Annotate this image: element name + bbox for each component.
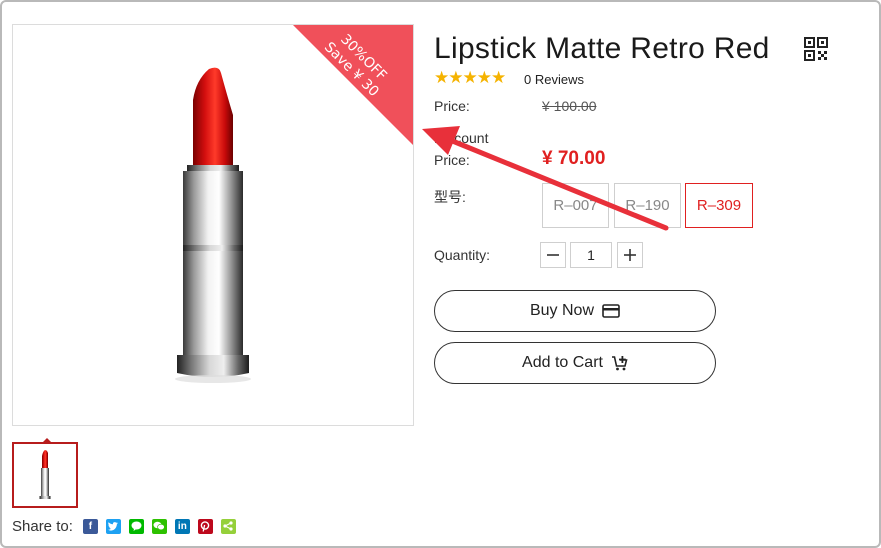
star-icon: ★ — [462, 68, 478, 87]
quantity-decrease-button[interactable] — [540, 242, 566, 268]
main-product-image[interactable]: 30%OFF Save ¥ 30 — [12, 24, 414, 426]
original-price: ¥ 100.00 — [542, 98, 597, 114]
facebook-icon[interactable]: f — [82, 518, 98, 534]
discount-label-line2: Price: — [434, 152, 470, 168]
rating-stars: ★ ★ ★ ★ ★ — [434, 68, 507, 87]
minus-icon — [547, 254, 559, 256]
model-option-r190[interactable]: R–190 — [614, 183, 681, 228]
add-to-cart-button[interactable]: Add to Cart — [434, 342, 716, 384]
price-label: Price: — [434, 98, 470, 114]
product-page: 30%OFF Save ¥ 30 Share to: f in Lipstick… — [0, 0, 881, 548]
star-icon: ★ — [434, 68, 450, 87]
quantity-increase-button[interactable] — [617, 242, 643, 268]
thumbnail-caret — [42, 438, 52, 443]
linkedin-icon[interactable]: in — [174, 518, 190, 534]
discount-label-line1: Discount — [434, 130, 489, 146]
star-icon: ★ — [476, 68, 492, 87]
buy-now-label: Buy Now — [529, 302, 595, 319]
product-title: Lipstick Matte Retro Red — [434, 32, 770, 65]
model-option-r309[interactable]: R–309 — [685, 183, 753, 228]
wechat-icon[interactable] — [151, 518, 167, 534]
discount-ribbon: 30%OFF Save ¥ 30 — [293, 25, 413, 145]
twitter-icon[interactable] — [105, 518, 121, 534]
star-icon: ★ — [448, 68, 464, 87]
star-icon: ★ — [491, 68, 507, 87]
cart-plus-icon — [611, 355, 628, 370]
thumbnail-selected[interactable] — [12, 438, 78, 508]
share-bar: Share to: f in — [12, 516, 236, 536]
share-icon[interactable] — [220, 518, 236, 534]
quantity-input[interactable] — [570, 242, 612, 268]
model-label: 型号: — [434, 189, 466, 205]
discount-price: ¥ 70.00 — [542, 148, 606, 169]
credit-card-icon — [602, 304, 620, 318]
qr-code-icon[interactable] — [804, 37, 828, 61]
quantity-label: Quantity: — [434, 247, 491, 263]
line-icon[interactable] — [128, 518, 144, 534]
thumbnail-lipstick-image — [39, 450, 51, 499]
add-to-cart-label: Add to Cart — [522, 354, 603, 371]
reviews-link[interactable]: 0 Reviews — [524, 72, 584, 87]
share-label: Share to: — [12, 517, 73, 535]
pinterest-icon[interactable] — [197, 518, 213, 534]
model-option-r007[interactable]: R–007 — [542, 183, 609, 228]
buy-now-button[interactable]: Buy Now — [434, 290, 716, 332]
plus-icon — [624, 249, 636, 261]
